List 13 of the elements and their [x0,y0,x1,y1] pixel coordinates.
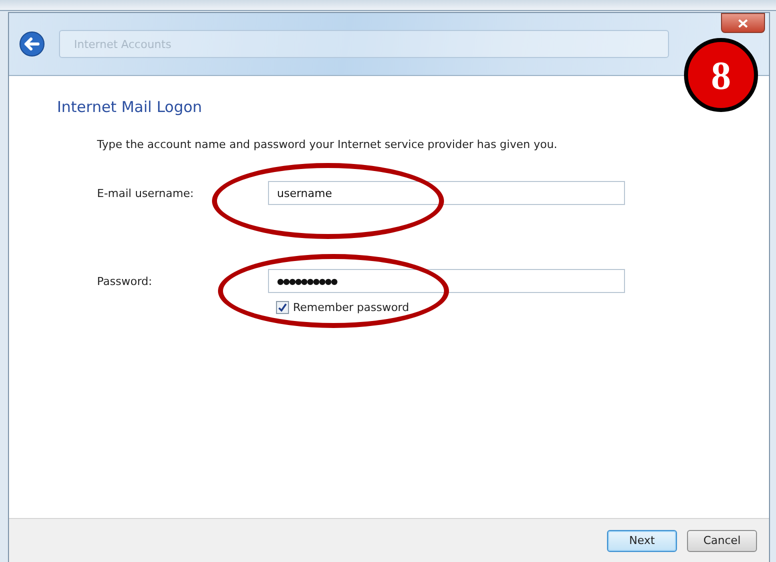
page-heading: Internet Mail Logon [57,98,202,116]
checkbox[interactable] [276,301,289,314]
input-field[interactable]: ●●●●●●●●●● [268,269,625,293]
field-label: Password: [97,274,152,288]
input-field[interactable]: username [268,181,625,205]
instruction-text: Type the account name and password your Internet service provider has given you. [97,138,558,151]
close-icon [738,18,748,28]
cancel-button[interactable]: Cancel [687,530,757,552]
next-button[interactable]: Next [607,530,677,552]
close-button[interactable] [721,13,765,33]
back-icon[interactable] [19,31,45,57]
field-label: E-mail username: [97,186,194,200]
checkbox-label: Remember password [293,301,410,314]
